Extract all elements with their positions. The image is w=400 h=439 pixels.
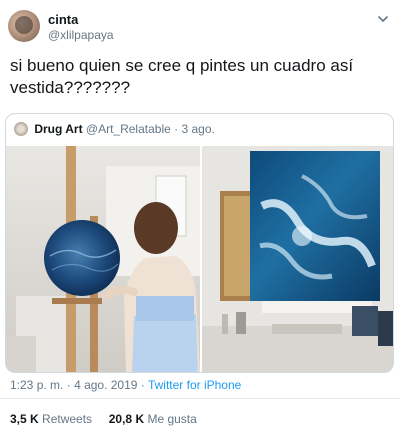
tweet-meta: 1:23 p. m. · 4 ago. 2019 · Twitter for i… xyxy=(10,378,241,392)
tweet-date[interactable]: 4 ago. 2019 xyxy=(74,378,137,392)
retweets-count: 3,5 K xyxy=(10,412,39,426)
chevron-down-icon[interactable] xyxy=(376,12,390,26)
tweet-source-link[interactable]: Twitter for iPhone xyxy=(148,378,241,392)
quoted-header: Drug Art @Art_Relatable · 3 ago. xyxy=(14,122,215,138)
photo-finished-ocean-canvas[interactable] xyxy=(202,146,393,372)
quoted-author-name: Drug Art xyxy=(34,122,83,136)
retweets-label: Retweets xyxy=(42,412,93,426)
quoted-tweet[interactable]: Drug Art @Art_Relatable · 3 ago. xyxy=(5,113,394,373)
author-name[interactable]: cinta xyxy=(48,12,78,27)
tweet-text: si bueno quien se cree q pintes un cuadr… xyxy=(10,55,390,99)
likes-label: Me gusta xyxy=(147,412,197,426)
meta-separator: · xyxy=(66,378,71,392)
quoted-date: 3 ago. xyxy=(181,122,215,136)
quoted-author-handle: @Art_Relatable xyxy=(85,122,171,136)
likes-count: 20,8 K xyxy=(108,412,145,426)
tweet-time[interactable]: 1:23 p. m. xyxy=(10,378,63,392)
divider xyxy=(0,398,400,399)
tweet-text-line: vestida??????? xyxy=(10,78,131,97)
canvas-scene-illustration xyxy=(202,146,393,372)
meta-separator: · xyxy=(140,378,145,392)
retweets-stat[interactable]: 3,5 K Retweets xyxy=(10,412,95,426)
painting-scene-illustration xyxy=(6,146,200,372)
tweet-header: cinta @xlilpapaya xyxy=(8,10,392,44)
photo-woman-painting-ocean[interactable] xyxy=(6,146,200,372)
quoted-separator: · xyxy=(174,122,179,136)
tweet-stats: 3,5 K Retweets 20,8 K Me gusta xyxy=(10,412,197,426)
quoted-avatar xyxy=(14,122,28,136)
tweet-text-line: si bueno quien se cree q pintes un cuadr… xyxy=(10,56,354,75)
avatar[interactable] xyxy=(8,10,40,42)
likes-stat[interactable]: 20,8 K Me gusta xyxy=(109,412,197,426)
author-handle[interactable]: @xlilpapaya xyxy=(48,28,114,42)
